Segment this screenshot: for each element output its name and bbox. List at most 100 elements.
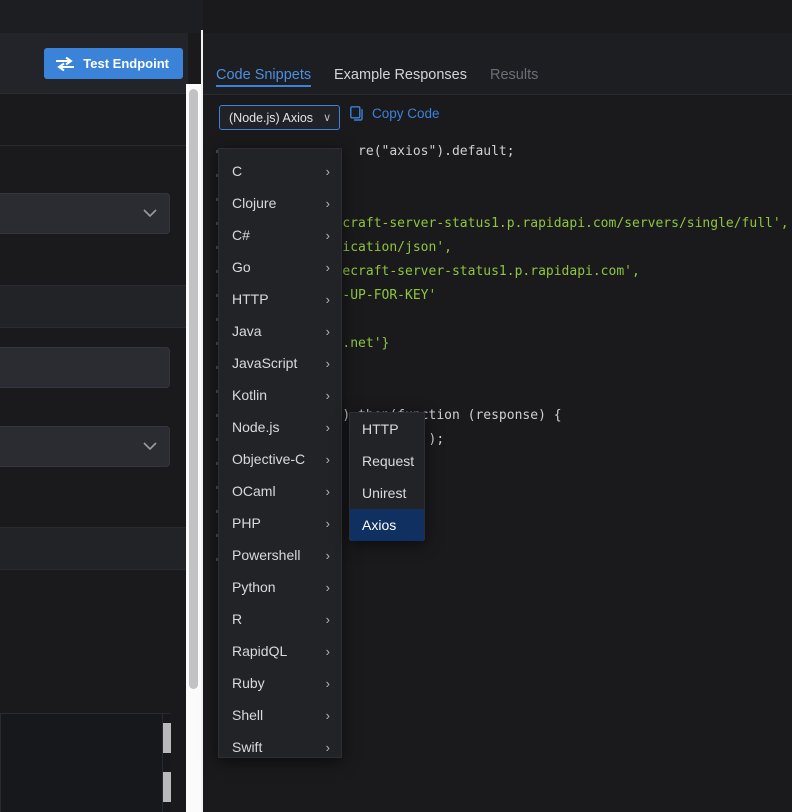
- tab-example-responses[interactable]: Example Responses: [334, 54, 467, 95]
- scrollbar-thumb-a[interactable]: [163, 723, 171, 753]
- left-panel-code-box-scrollbar[interactable]: [162, 714, 171, 812]
- chevron-right-icon: ›: [325, 163, 330, 179]
- language-select-value: (Node.js) Axios: [229, 110, 314, 125]
- nodejs-submenu-item-label: HTTP: [362, 421, 399, 437]
- chevron-down-icon: ∨: [323, 112, 332, 124]
- language-menu-item[interactable]: Python ›: [219, 571, 341, 603]
- language-menu-item[interactable]: HTTP ›: [219, 283, 341, 315]
- left-panel-code-box: [0, 713, 171, 812]
- language-menu-item[interactable]: Ruby ›: [219, 667, 341, 699]
- left-panel-text-input[interactable]: com: [0, 347, 170, 388]
- chevron-right-icon: ›: [325, 387, 330, 403]
- language-menu-item[interactable]: Go ›: [219, 251, 341, 283]
- language-menu-item[interactable]: RapidQL ›: [219, 635, 341, 667]
- language-menu-item-label: PHP: [232, 515, 261, 531]
- language-menu-item-label: Clojure: [232, 195, 277, 211]
- chevron-right-icon: ›: [325, 259, 330, 275]
- tab-results[interactable]: Results: [490, 54, 538, 95]
- tab-code-snippets[interactable]: Code Snippets: [216, 54, 312, 95]
- tab-example-responses-label: Example Responses: [334, 66, 467, 83]
- left-panel-select-1[interactable]: [0, 193, 170, 234]
- nodejs-submenu[interactable]: HTTP Request Unirest Axios: [349, 412, 425, 541]
- language-menu-item-label: Go: [232, 259, 251, 275]
- language-menu-item-label: Python: [232, 579, 276, 595]
- chevron-right-icon: ›: [325, 291, 330, 307]
- copy-code-label: Copy Code: [372, 106, 440, 121]
- nodejs-submenu-item[interactable]: HTTP: [350, 413, 424, 445]
- language-menu-item[interactable]: OCaml ›: [219, 475, 341, 507]
- language-menu-item[interactable]: Clojure ›: [219, 187, 341, 219]
- chevron-right-icon: ›: [325, 739, 330, 755]
- nodejs-submenu-item-label: Unirest: [362, 485, 407, 501]
- chevron-right-icon: ›: [325, 611, 330, 627]
- language-dropdown-menu[interactable]: C › Clojure › C# › Go › HTTP › Java › JavaScript › Kot…: [218, 148, 342, 758]
- endpoint-action-bar: Test Endpoint: [0, 33, 188, 94]
- nodejs-submenu-item[interactable]: Unirest: [350, 477, 424, 509]
- tab-results-label: Results: [490, 66, 539, 83]
- language-menu-item[interactable]: Swift ›: [219, 731, 341, 763]
- language-menu-item-label: JavaScript: [232, 355, 298, 371]
- swap-arrows-icon: [56, 56, 75, 71]
- language-menu-item-label: RapidQL: [232, 643, 288, 659]
- language-menu-item[interactable]: Objective-C ›: [219, 443, 341, 475]
- endpoint-description: ver.: [0, 94, 188, 146]
- language-menu-item[interactable]: Java ›: [219, 315, 341, 347]
- left-panel-scrollbar-thumb[interactable]: [189, 89, 198, 689]
- language-menu-item-label: C: [232, 163, 243, 179]
- language-menu-item-label: R: [232, 611, 243, 627]
- nodejs-submenu-item-label: Request: [362, 453, 415, 469]
- language-menu-item[interactable]: Node.js ›: [219, 411, 341, 443]
- copy-code-button[interactable]: Copy Code: [350, 106, 440, 121]
- chevron-right-icon: ›: [325, 547, 330, 563]
- language-menu-item[interactable]: R ›: [219, 603, 341, 635]
- chevron-right-icon: ›: [325, 355, 330, 371]
- language-menu-item[interactable]: Kotlin ›: [219, 379, 341, 411]
- chevron-down-icon: [143, 439, 157, 454]
- test-endpoint-button[interactable]: Test Endpoint: [44, 48, 183, 79]
- chevron-right-icon: ›: [325, 675, 330, 691]
- language-menu-item-label: HTTP: [232, 291, 269, 307]
- chevron-right-icon: ›: [325, 227, 330, 243]
- chevron-right-icon: ›: [325, 707, 330, 723]
- code-toolbar: (Node.js) Axios ∨ Copy Code: [203, 96, 792, 134]
- nodejs-submenu-item-label: Axios: [362, 517, 397, 533]
- language-menu-item[interactable]: JavaScript ›: [219, 347, 341, 379]
- language-select[interactable]: (Node.js) Axios ∨: [219, 105, 341, 130]
- nodejs-submenu-item[interactable]: Request: [350, 445, 424, 477]
- language-menu-item-label: C#: [232, 227, 250, 243]
- tab-bar: Code Snippets Example Responses Results: [203, 33, 792, 95]
- language-menu-item[interactable]: C# ›: [219, 219, 341, 251]
- language-menu-item-label: Objective-C: [232, 451, 306, 467]
- language-menu-item-label: Powershell: [232, 547, 301, 563]
- chevron-right-icon: ›: [325, 451, 330, 467]
- language-menu-item-label: Ruby: [232, 675, 265, 691]
- chevron-right-icon: ›: [325, 323, 330, 339]
- chevron-right-icon: ›: [325, 643, 330, 659]
- left-panel: Test Endpoint ver. com: [0, 33, 188, 812]
- language-menu-item-label: OCaml: [232, 483, 276, 499]
- chevron-right-icon: ›: [325, 195, 330, 211]
- language-menu-item[interactable]: C ›: [219, 155, 341, 187]
- language-menu-item-label: Node.js: [232, 419, 280, 435]
- app-root: Test Endpoint ver. com: [0, 0, 792, 812]
- left-panel-row-band-2: [0, 527, 188, 570]
- chevron-right-icon: ›: [325, 579, 330, 595]
- scrollbar-thumb-b[interactable]: [163, 772, 171, 802]
- language-menu-item[interactable]: PHP ›: [219, 507, 341, 539]
- chevron-right-icon: ›: [325, 515, 330, 531]
- chevron-down-icon: [143, 206, 157, 221]
- language-menu-item-label: Swift: [232, 739, 263, 755]
- language-menu-item[interactable]: Powershell ›: [219, 539, 341, 571]
- nodejs-submenu-item[interactable]: Axios: [350, 509, 424, 541]
- left-panel-scrollbar[interactable]: [186, 84, 201, 812]
- chevron-right-icon: ›: [325, 483, 330, 499]
- language-menu-item-label: Kotlin: [232, 387, 268, 403]
- tab-code-snippets-label: Code Snippets: [216, 66, 312, 83]
- tab-active-underline: [216, 85, 312, 87]
- test-endpoint-label: Test Endpoint: [83, 56, 169, 71]
- language-menu-item[interactable]: Shell ›: [219, 699, 341, 731]
- language-menu-item-label: Shell: [232, 707, 264, 723]
- copy-icon: [350, 106, 363, 121]
- language-menu-item-label: Java: [232, 323, 262, 339]
- left-panel-select-2[interactable]: [0, 426, 170, 467]
